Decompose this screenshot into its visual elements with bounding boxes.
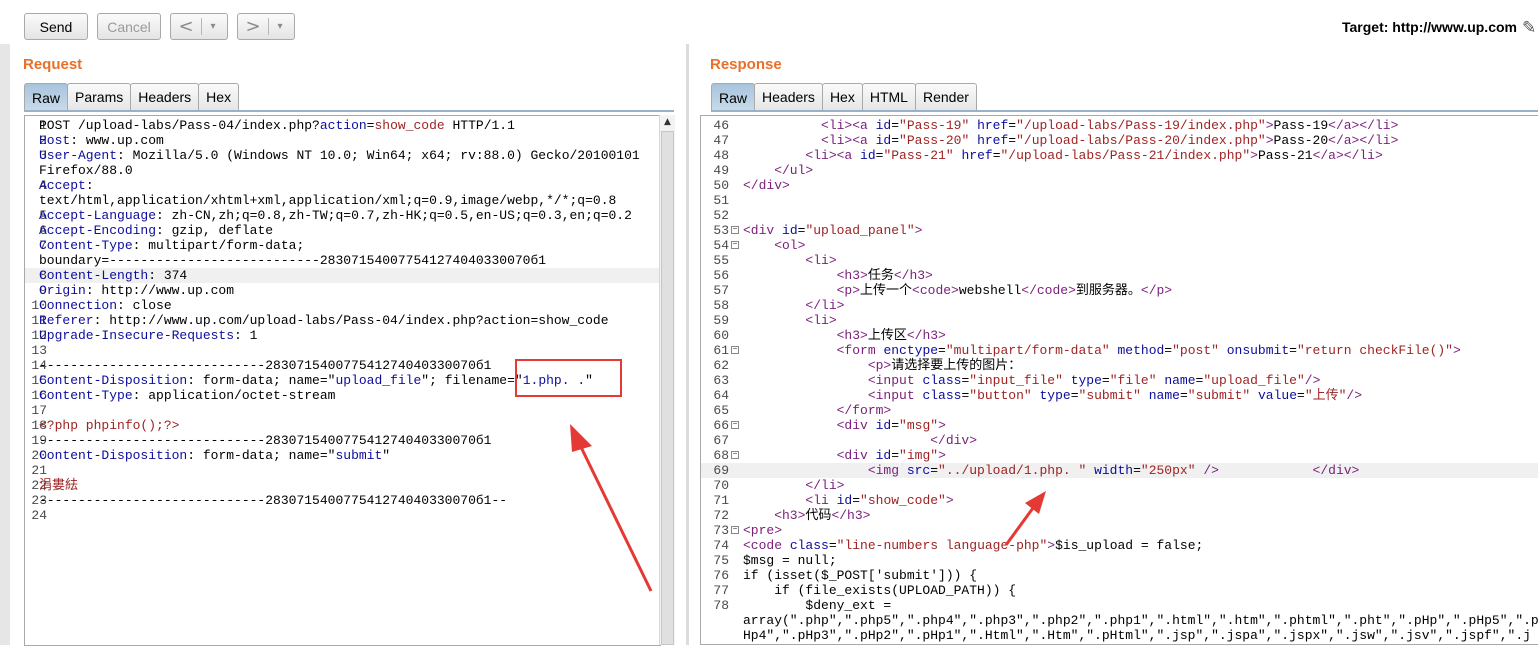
annotation-arrows	[570, 424, 1046, 592]
arrow-request	[570, 424, 653, 592]
arrow-response	[1004, 491, 1046, 546]
